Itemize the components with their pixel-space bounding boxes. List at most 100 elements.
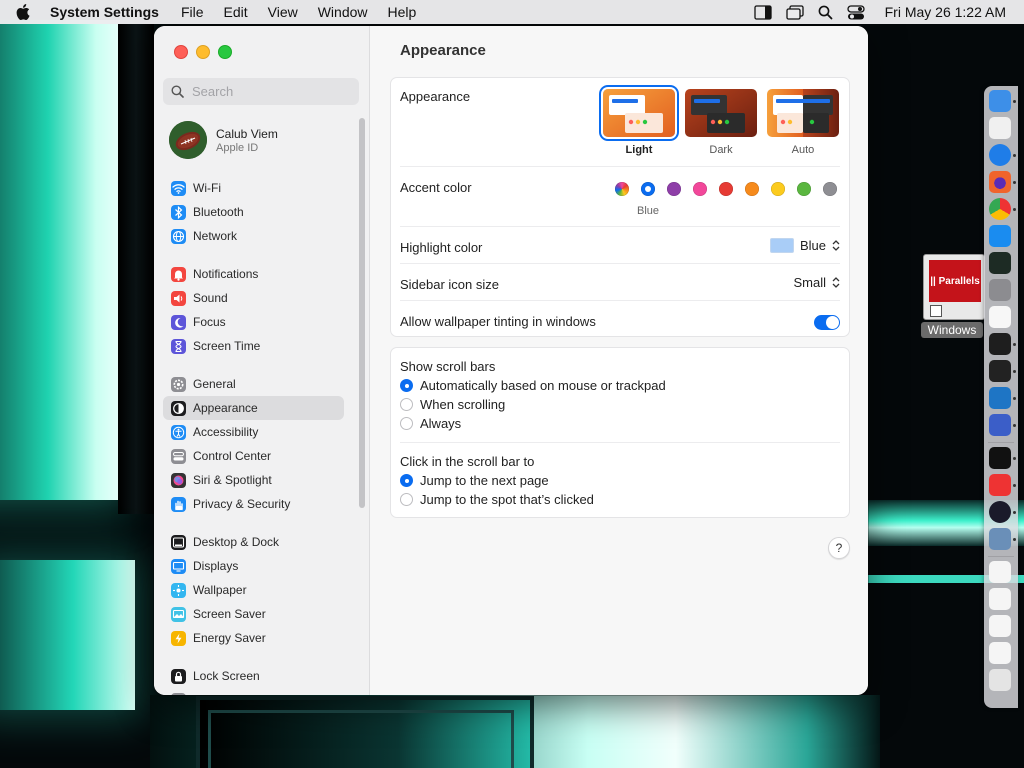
dock-document-icon[interactable] xyxy=(989,642,1011,664)
accent-color-multicolor[interactable] xyxy=(615,182,629,196)
dock-document-icon[interactable] xyxy=(989,561,1011,583)
dock-finder-icon[interactable] xyxy=(989,90,1011,112)
appearance-option-light[interactable] xyxy=(603,89,675,137)
sidebar-scrollbar[interactable] xyxy=(359,118,365,508)
menu-edit[interactable]: Edit xyxy=(224,4,248,20)
accent-color-blue[interactable] xyxy=(641,182,655,196)
sidebar-item-focus[interactable]: Focus xyxy=(163,310,344,334)
dock-trash-icon[interactable] xyxy=(989,669,1011,691)
scroll-bars-option-when-scrolling[interactable]: When scrolling xyxy=(400,397,505,412)
dock-running-indicator xyxy=(1013,100,1016,103)
accent-color-orange[interactable] xyxy=(745,182,759,196)
sidebar-item-wallpaper[interactable]: Wallpaper xyxy=(163,578,344,602)
dock-pixelmator-icon[interactable] xyxy=(989,360,1011,382)
dock-quicktime-icon[interactable] xyxy=(989,501,1011,523)
sidebar-item-login-password[interactable]: Login Password xyxy=(163,688,344,695)
click-scroll-option-next-page[interactable]: Jump to the next page xyxy=(400,473,549,488)
page-title: Appearance xyxy=(400,42,486,59)
menu-file[interactable]: File xyxy=(181,4,204,20)
dock-activity-monitor-icon[interactable] xyxy=(989,252,1011,274)
dock-chrome-icon[interactable] xyxy=(989,198,1011,220)
sidebar-item-displays[interactable]: Displays xyxy=(163,554,344,578)
zoom-button[interactable] xyxy=(218,45,232,59)
accent-color-purple[interactable] xyxy=(667,182,681,196)
sidebar-item-screen-time[interactable]: Screen Time xyxy=(163,334,344,358)
dock-preview-icon[interactable] xyxy=(989,528,1011,550)
menu-clock[interactable]: Fri May 26 1:22 AM xyxy=(885,4,1006,20)
scroll-bars-option-auto[interactable]: Automatically based on mouse or trackpad xyxy=(400,378,666,393)
sidebar-item-energy-saver[interactable]: Energy Saver xyxy=(163,626,344,650)
click-scroll-option-spot-clicked[interactable]: Jump to the spot that’s clicked xyxy=(400,492,594,507)
spotlight-search-icon[interactable] xyxy=(818,5,833,20)
sidebar-item-siri-spotlight[interactable]: Siri & Spotlight xyxy=(163,468,344,492)
dock-launchpad-icon[interactable] xyxy=(989,117,1011,139)
dock-app-store-icon[interactable] xyxy=(989,225,1011,247)
appearance-label: Appearance xyxy=(400,89,471,104)
dock-system-settings-icon[interactable] xyxy=(989,279,1011,301)
sidebar-item-general[interactable]: General xyxy=(163,372,344,396)
close-button[interactable] xyxy=(174,45,188,59)
sidebar-item-notifications[interactable]: Notifications xyxy=(163,262,344,286)
radio-button[interactable] xyxy=(400,493,413,506)
sidebar-item-accessibility[interactable]: Accessibility xyxy=(163,420,344,444)
wallpaper-icon xyxy=(171,582,186,598)
appearance-option-dark[interactable] xyxy=(685,89,757,137)
sidebar-item-bluetooth[interactable]: Bluetooth xyxy=(163,200,344,224)
highlight-color-popup[interactable]: Blue xyxy=(769,238,840,253)
sidebar-item-sound[interactable]: Sound xyxy=(163,286,344,310)
sidebar-item-network[interactable]: Network xyxy=(163,224,344,248)
sidebar-item-label: Displays xyxy=(193,559,239,573)
wallpaper-tinting-toggle[interactable] xyxy=(814,315,840,330)
appearance-option-auto[interactable] xyxy=(767,89,839,137)
control-center-icon xyxy=(171,448,186,464)
desktop-item-label: Windows xyxy=(921,322,983,338)
dock-textedit-icon[interactable] xyxy=(989,306,1011,328)
sidebar-item-desktop-dock[interactable]: Desktop & Dock xyxy=(163,530,344,554)
dock-firefox-icon[interactable] xyxy=(989,171,1011,193)
dock-document-icon[interactable] xyxy=(989,588,1011,610)
dock-document-icon[interactable] xyxy=(989,615,1011,637)
radio-button[interactable] xyxy=(400,398,413,411)
dock-terminal-icon[interactable] xyxy=(989,333,1011,355)
sidebar-item-lock-screen[interactable]: Lock Screen xyxy=(163,664,344,688)
search-input[interactable] xyxy=(190,83,344,100)
search-field[interactable] xyxy=(163,78,359,105)
dock-cube-icon[interactable] xyxy=(989,414,1011,436)
dock-stocks-icon[interactable] xyxy=(989,447,1011,469)
sidebar-item-privacy-security[interactable]: Privacy & Security xyxy=(163,492,344,516)
accent-color-red[interactable] xyxy=(719,182,733,196)
apple-id-profile[interactable]: Calub Viem Apple ID xyxy=(169,118,364,162)
sidebar-item-control-center[interactable]: Control Center xyxy=(163,444,344,468)
profile-subtitle: Apple ID xyxy=(216,141,259,154)
menu-app-name[interactable]: System Settings xyxy=(50,4,159,20)
control-center-icon[interactable] xyxy=(846,4,865,20)
desktop-item-windows[interactable]: || Parallels Windows xyxy=(921,254,985,338)
dock-parallels-icon[interactable] xyxy=(989,474,1011,496)
sidebar-item-wi-fi[interactable]: Wi-Fi xyxy=(163,176,344,200)
scroll-bars-option-always[interactable]: Always xyxy=(400,416,461,431)
sidebar-icon-size-popup[interactable]: Small xyxy=(793,275,840,290)
accent-color-graphite[interactable] xyxy=(823,182,837,196)
menu-help[interactable]: Help xyxy=(388,4,417,20)
dock-divider xyxy=(988,442,1014,443)
moon-icon xyxy=(171,314,186,330)
sidebar-item-screen-saver[interactable]: Screen Saver xyxy=(163,602,344,626)
accent-color-yellow[interactable] xyxy=(771,182,785,196)
appearance-icon xyxy=(171,400,186,416)
stage-manager-icon[interactable] xyxy=(785,4,804,20)
menu-window[interactable]: Window xyxy=(318,4,368,20)
apple-menu-icon[interactable] xyxy=(16,4,36,20)
dock-safari-icon[interactable] xyxy=(989,144,1011,166)
sidebar-item-appearance[interactable]: Appearance xyxy=(163,396,344,420)
radio-button[interactable] xyxy=(400,417,413,430)
accent-color-pink[interactable] xyxy=(693,182,707,196)
radio-button[interactable] xyxy=(400,379,413,392)
minimize-button[interactable] xyxy=(196,45,210,59)
radio-button[interactable] xyxy=(400,474,413,487)
dock-vscode-icon[interactable] xyxy=(989,387,1011,409)
menu-view[interactable]: View xyxy=(268,4,298,20)
accent-color-green[interactable] xyxy=(797,182,811,196)
sidebar-toggle-icon[interactable] xyxy=(753,4,772,20)
help-button[interactable]: ? xyxy=(828,537,850,559)
wifi-icon xyxy=(171,180,186,196)
